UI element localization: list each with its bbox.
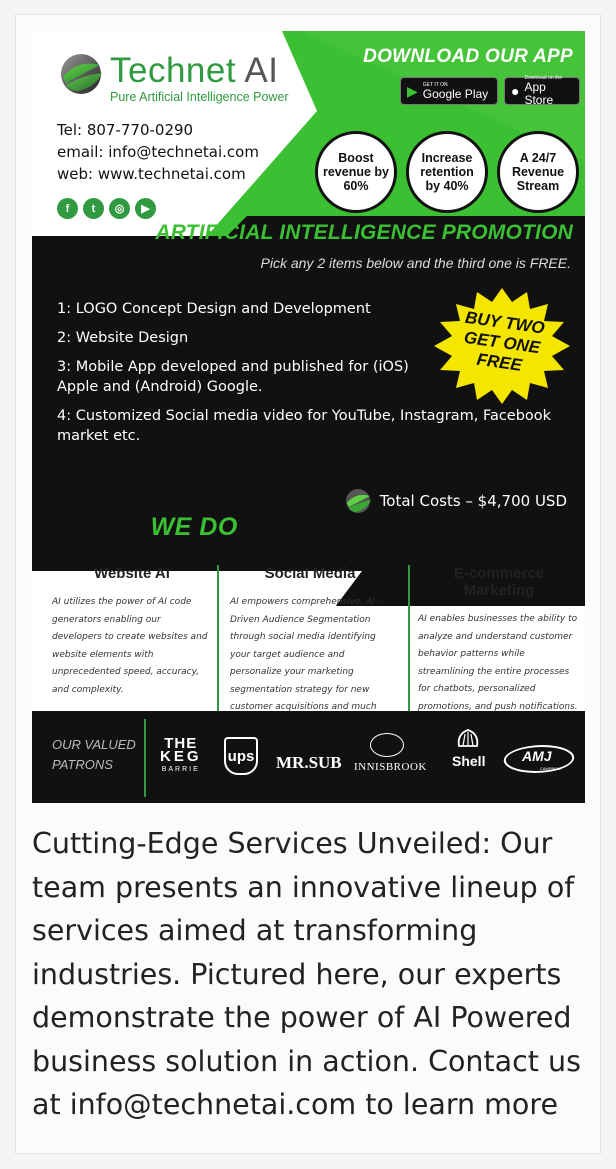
the-keg-logo: THE KEG BARRIE (160, 736, 202, 776)
service-column-website: Website Ai AI utilizes the power of AI c… (52, 565, 212, 699)
contact-email[interactable]: email: info@technetai.com (57, 141, 259, 163)
benefit-circle-revenue: Boost revenue by 60% (315, 131, 397, 213)
shell-logo: Shell (452, 753, 486, 769)
benefit-text: revenue by (322, 165, 389, 179)
post-caption: Cutting-Edge Services Unveiled: Our team… (32, 827, 581, 1121)
facebook-icon[interactable]: f (57, 198, 78, 219)
benefit-text: Revenue (511, 165, 565, 179)
benefit-text: by 40% (425, 179, 469, 193)
service-column-social: Social Media AI empowers comprehensive, … (230, 565, 390, 711)
instagram-icon[interactable]: ◎ (109, 198, 130, 219)
google-play-button[interactable]: ▶ GET IT ON Google Play (400, 77, 498, 105)
amj-logo: AMJ (522, 748, 552, 764)
app-store-label: App Store (524, 80, 554, 107)
download-app-title: DOWNLOAD OUR APP (363, 46, 573, 67)
apple-icon: ● (511, 83, 520, 99)
app-store-button[interactable]: ● Download on the App Store (504, 75, 580, 107)
service-description: AI utilizes the power of AI code generat… (52, 597, 208, 695)
patrons-label-line: OUR VALUED (52, 737, 136, 752)
total-costs-text: Total Costs – $4,700 USD (379, 492, 567, 510)
logo-tagline: Pure Artificial Intelligence Power (110, 90, 289, 104)
innisbrook-logo: INNISBROOK (354, 761, 427, 773)
amj-sub: CAMPBELL (540, 766, 562, 771)
ups-text: ups (227, 747, 255, 765)
logo-wordmark: Technet AI (110, 53, 278, 88)
patrons-divider (144, 719, 146, 797)
service-heading: E-commerce Marketing (453, 565, 545, 599)
benefit-text: Stream (516, 179, 560, 193)
twitter-icon[interactable]: t (83, 198, 104, 219)
promotion-title: ARTIFICIAL INTELLIGENCE PROMOTION (155, 221, 573, 244)
sphere-logo-icon (61, 54, 102, 94)
contact-info: Tel: 807-770-0290 email: info@technetai.… (57, 119, 259, 185)
benefit-text: Increase (421, 151, 473, 165)
promo-flyer[interactable]: Technet AI Pure Artificial Intelligence … (32, 31, 585, 711)
keg-text: BARRIE (161, 766, 200, 773)
social-icons: f t ◎ ▶ (57, 198, 156, 219)
title-what: WHAT (68, 513, 144, 541)
total-costs: Total Costs – $4,700 USD (344, 487, 567, 515)
patrons-strip: OUR VALUED PATRONS THE KEG BARRIE ups MR… (32, 711, 585, 803)
column-divider (408, 565, 410, 711)
service-description: AI enables businesses the ability to ana… (418, 614, 578, 711)
ups-logo: ups (224, 737, 258, 775)
logo-name-ai: AI (244, 51, 279, 90)
promotion-item: 3: Mobile App developed and published fo… (57, 359, 409, 395)
benefit-text: A 24/7 (519, 151, 557, 165)
logo-name-technet: Technet (110, 51, 237, 90)
what-we-do-title: WHAT WE DO (68, 513, 238, 542)
mr-sub-logo: MR.SUB (276, 753, 342, 772)
service-heading: Social Media (264, 565, 356, 582)
benefit-text: 60% (343, 179, 369, 193)
google-play-label: Google Play (422, 86, 489, 101)
shell-icon (457, 729, 479, 747)
contact-tel[interactable]: Tel: 807-770-0290 (57, 119, 259, 141)
benefit-circle-retention: Increase retention by 40% (406, 131, 488, 213)
patrons-label: OUR VALUED PATRONS (52, 735, 136, 775)
service-heading: Website Ai (94, 565, 170, 582)
benefit-text: retention (420, 165, 474, 179)
benefit-circle-stream: A 24/7 Revenue Stream (497, 131, 579, 213)
promotion-subtitle: Pick any 2 items below and the third one… (260, 255, 571, 271)
innisbrook-emblem (370, 733, 404, 757)
column-divider (217, 565, 219, 711)
service-description: AI empowers comprehensive, AI-Driven Aud… (230, 597, 379, 711)
keg-text: KEG (160, 748, 202, 765)
benefit-text: Boost (338, 151, 374, 165)
promotion-item: 4: Customized Social media video for You… (57, 408, 552, 444)
technet-logo[interactable]: Technet AI Pure Artificial Intelligence … (52, 47, 332, 107)
youtube-icon[interactable]: ▶ (135, 198, 156, 219)
contact-web[interactable]: web: www.technetai.com (57, 163, 259, 185)
sphere-icon (345, 489, 371, 513)
service-column-ecommerce: E-commerce Marketing AI enables business… (418, 565, 580, 711)
patrons-label-line: PATRONS (52, 757, 113, 772)
title-we-do: WE DO (150, 513, 238, 541)
google-play-icon: ▶ (407, 82, 418, 99)
